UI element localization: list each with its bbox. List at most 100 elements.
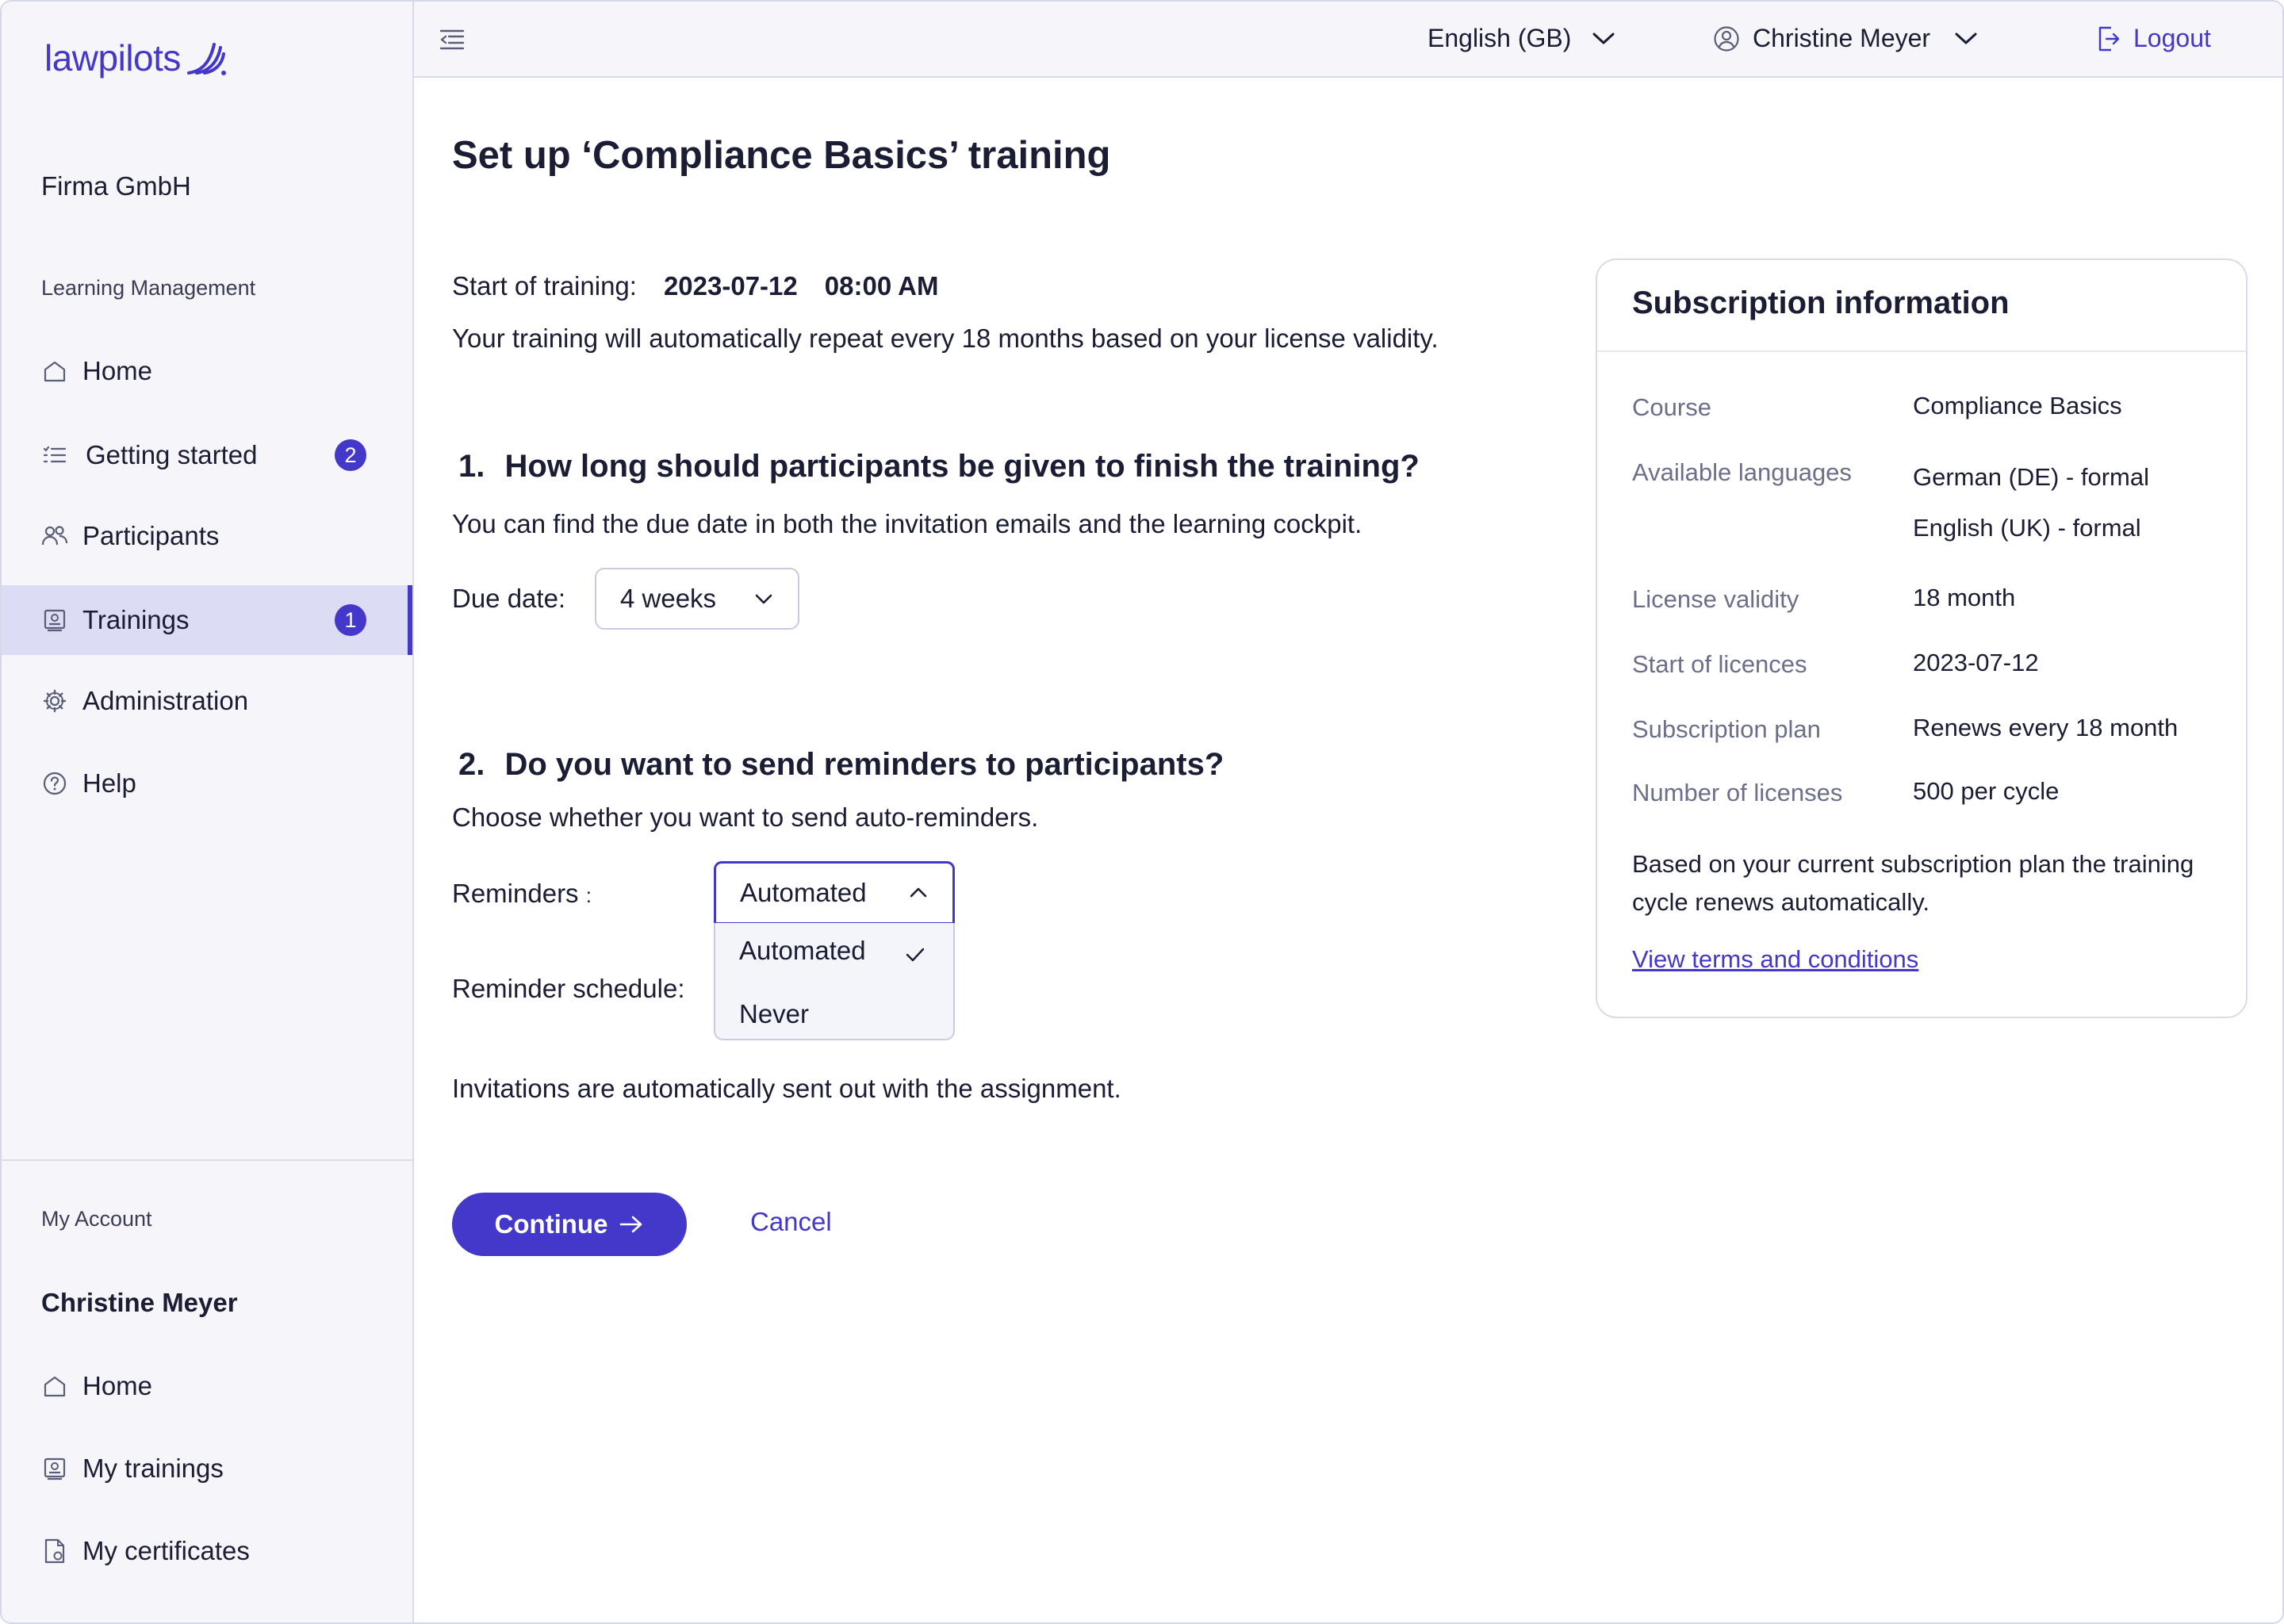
- page-title: Set up ‘Compliance Basics’ training: [452, 134, 1111, 177]
- gear-icon: [41, 688, 68, 714]
- home-icon: [41, 358, 68, 385]
- question-text: How long should participants be given to…: [504, 449, 1420, 484]
- license-validity-value: 18 month: [1913, 584, 2016, 611]
- section-label-account: My Account: [41, 1207, 152, 1231]
- sidebar-item-label: Trainings: [82, 605, 190, 634]
- sidebar-divider: [2, 1159, 412, 1161]
- app-window: lawpilots Firma GmbH Learning Management…: [0, 0, 2284, 1624]
- course-key: Course: [1632, 393, 1711, 421]
- logout-label: Logout: [2133, 24, 2211, 52]
- training-icon: [41, 1455, 68, 1482]
- logo[interactable]: lawpilots: [44, 36, 227, 79]
- sidebar-item-getting-started[interactable]: Getting started 2: [2, 420, 412, 490]
- start-licences-value: 2023-07-12: [1913, 649, 2039, 676]
- question-1-description: You can find the due date in both the in…: [452, 509, 1362, 538]
- terms-link[interactable]: View terms and conditions: [1632, 945, 1918, 974]
- reminder-schedule-label: Reminder schedule:: [452, 974, 685, 1003]
- chevron-down-icon: [755, 594, 772, 604]
- sidebar-item-label: Participants: [82, 521, 220, 550]
- due-date-select[interactable]: 4 weeks: [595, 568, 799, 630]
- reminders-label-colon: :: [585, 883, 592, 907]
- home-icon: [41, 1373, 68, 1400]
- sidebar-item-label: Help: [82, 768, 136, 798]
- language-label: English (GB): [1428, 24, 1572, 52]
- user-name: Christine Meyer: [1753, 24, 1931, 52]
- section-label-learning: Learning Management: [41, 276, 256, 300]
- logout-button[interactable]: Logout: [2097, 24, 2211, 53]
- due-date-label: Due date:: [452, 584, 566, 613]
- start-of-training: Start of training: 2023-07-12 08:00 AM: [452, 271, 938, 301]
- language-selector[interactable]: English (GB): [1428, 24, 1615, 53]
- card-title: Subscription information: [1632, 285, 2010, 320]
- question-number: 1.: [458, 449, 485, 484]
- chevron-down-icon: [1955, 33, 1977, 44]
- user-icon: [1714, 25, 1739, 52]
- users-icon: [41, 523, 68, 550]
- notification-badge: 2: [335, 439, 366, 471]
- start-licences-key: Start of licences: [1632, 650, 1807, 678]
- sidebar-item-help[interactable]: Help: [2, 749, 412, 818]
- question-1-title: 1. How long should participants be given…: [458, 449, 1420, 485]
- logo-mark-icon: [186, 43, 226, 75]
- logo-text: lawpilots: [44, 37, 181, 79]
- collapse-menu-icon[interactable]: [438, 25, 466, 54]
- sidebar-item-my-certificates[interactable]: My certificates: [2, 1516, 412, 1586]
- arrow-right-icon: [620, 1216, 642, 1233]
- sidebar-item-trainings[interactable]: Trainings 1: [2, 585, 412, 655]
- course-value: Compliance Basics: [1913, 392, 2122, 419]
- languages-value-1: German (DE) - formal: [1913, 463, 2149, 491]
- reminders-label-text: Reminders: [452, 879, 579, 908]
- license-validity-key: License validity: [1632, 585, 1799, 613]
- languages-key: Available languages: [1632, 458, 1852, 486]
- sidebar: lawpilots Firma GmbH Learning Management…: [2, 2, 414, 1622]
- training-icon: [41, 607, 68, 634]
- sidebar-item-label: Home: [82, 356, 153, 385]
- sidebar-item-label: My certificates: [82, 1536, 250, 1565]
- sidebar-item-label: Home: [82, 1371, 153, 1400]
- reminders-select[interactable]: Automated: [714, 861, 955, 925]
- start-label: Start of training:: [452, 271, 637, 301]
- due-date-value: 4 weeks: [620, 584, 717, 613]
- chevron-up-icon: [910, 887, 927, 898]
- subscription-card: Subscription information Course Complian…: [1596, 259, 2248, 1018]
- help-icon: [41, 770, 68, 797]
- cancel-button[interactable]: Cancel: [750, 1207, 832, 1237]
- invitation-note: Invitations are automatically sent out w…: [452, 1074, 1121, 1103]
- question-2-description: Choose whether you want to send auto-rem…: [452, 802, 1039, 832]
- question-number: 2.: [458, 747, 485, 782]
- checkmark-icon: [906, 948, 925, 962]
- reminders-label: Reminders :: [452, 879, 592, 909]
- sidebar-item-home[interactable]: Home: [2, 336, 412, 406]
- company-name: Firma GmbH: [41, 171, 191, 201]
- user-menu[interactable]: Christine Meyer: [1713, 24, 1978, 53]
- question-text: Do you want to send reminders to partici…: [504, 747, 1224, 782]
- start-time: 08:00 AM: [824, 271, 939, 301]
- logout-icon: [2098, 26, 2120, 51]
- reminders-value: Automated: [740, 878, 867, 907]
- certificate-icon: [41, 1538, 68, 1565]
- reminders-dropdown-menu: Automated Never: [714, 923, 955, 1040]
- dropdown-option-never[interactable]: Never: [739, 999, 809, 1029]
- main-content: Set up ‘Compliance Basics’ training Star…: [414, 78, 2282, 1622]
- license-count-value: 500 per cycle: [1913, 777, 2060, 805]
- dropdown-option-automated[interactable]: Automated: [739, 936, 866, 966]
- subscription-note: Based on your current subscription plan …: [1632, 850, 2194, 916]
- subscription-plan-key: Subscription plan: [1632, 715, 1821, 743]
- card-divider: [1597, 350, 2246, 352]
- sidebar-item-label: Getting started: [86, 440, 258, 469]
- top-bar: English (GB) Christine Meyer Logout: [414, 2, 2282, 78]
- sidebar-item-participants[interactable]: Participants: [2, 501, 412, 571]
- sidebar-item-label: My trainings: [82, 1454, 224, 1483]
- sidebar-item-my-trainings[interactable]: My trainings: [2, 1434, 412, 1503]
- question-2-title: 2. Do you want to send reminders to part…: [458, 747, 1224, 783]
- start-date: 2023-07-12: [663, 271, 798, 301]
- subscription-plan-value: Renews every 18 month: [1913, 714, 2179, 741]
- checklist-icon: [41, 442, 68, 469]
- continue-label: Continue: [494, 1209, 608, 1239]
- repeat-note: Your training will automatically repeat …: [452, 324, 1439, 353]
- sidebar-item-administration[interactable]: Administration: [2, 666, 412, 736]
- notification-badge: 1: [335, 604, 366, 636]
- sidebar-item-label: Administration: [82, 686, 249, 715]
- continue-button[interactable]: Continue: [452, 1193, 687, 1256]
- sidebar-item-my-home[interactable]: Home: [2, 1351, 412, 1421]
